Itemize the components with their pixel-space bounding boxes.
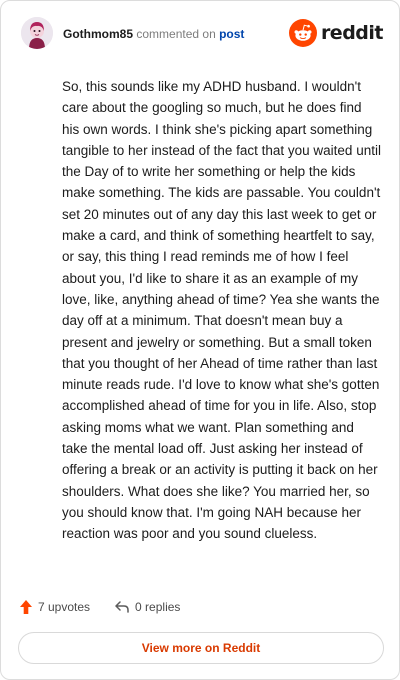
reddit-logo[interactable]: reddit [288, 17, 384, 49]
comment-stats: 7 upvotes 0 replies [19, 597, 180, 617]
avatar-image [21, 17, 53, 49]
user-avatar[interactable] [21, 17, 53, 49]
reply-arrow-icon [115, 601, 129, 613]
upvotes-count: 7 upvotes [38, 600, 91, 614]
reddit-wordmark: reddit [320, 22, 384, 44]
comment-body: So, this sounds like my ADHD husband. I … [62, 79, 381, 542]
comment-header: Gothmom85 commented on post reddit [21, 17, 384, 51]
reddit-embed-card: Gothmom85 commented on post reddit So, t… [0, 0, 400, 680]
upvote-arrow-icon [20, 600, 32, 614]
comment-action-text: commented on [136, 27, 216, 41]
replies-count: 0 replies [135, 600, 181, 614]
upvotes-button[interactable]: 7 upvotes [19, 599, 90, 615]
view-more-button[interactable]: View more on Reddit [18, 632, 384, 664]
replies-button[interactable]: 0 replies [114, 600, 180, 614]
comment-byline: Gothmom85 commented on post [63, 26, 244, 42]
reddit-snoo-icon [288, 19, 317, 47]
comment-author[interactable]: Gothmom85 [63, 27, 133, 41]
post-link[interactable]: post [219, 27, 244, 41]
